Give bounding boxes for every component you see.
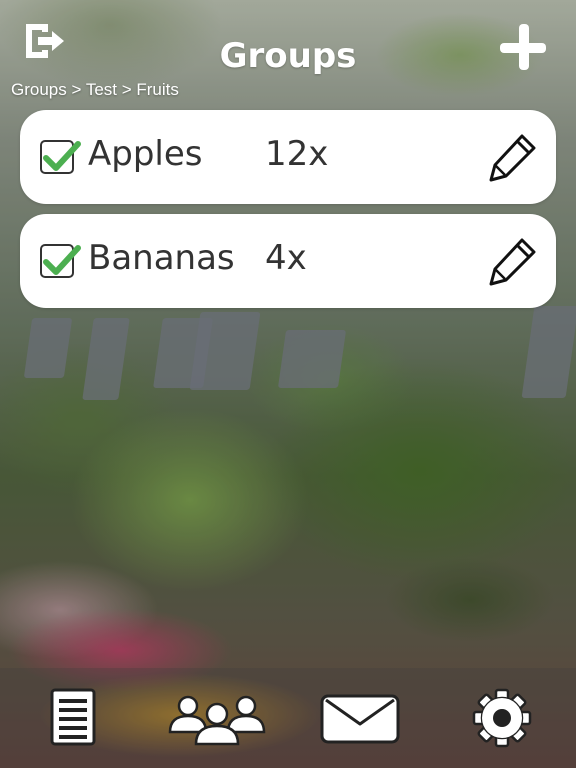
item-name: Bananas <box>88 238 235 278</box>
envelope-icon[interactable] <box>320 694 400 748</box>
gear-icon[interactable] <box>472 688 532 752</box>
item-quantity: 4x <box>265 238 307 278</box>
bottom-nav <box>0 668 576 768</box>
item-checkbox[interactable] <box>40 140 81 174</box>
pencil-icon[interactable] <box>488 132 538 182</box>
item-checkbox[interactable] <box>40 244 81 278</box>
page-title: Groups <box>219 36 357 76</box>
list-icon[interactable] <box>50 688 96 750</box>
item-list: Apples 12x Bananas 4x <box>20 110 556 318</box>
item-quantity: 12x <box>265 134 329 174</box>
list-item[interactable]: Bananas 4x <box>20 214 556 308</box>
list-item[interactable]: Apples 12x <box>20 110 556 204</box>
breadcrumb: Groups > Test > Fruits <box>11 80 179 99</box>
plus-icon[interactable] <box>498 22 550 74</box>
item-name: Apples <box>88 134 203 174</box>
pencil-icon[interactable] <box>488 236 538 286</box>
people-icon[interactable] <box>168 692 266 750</box>
